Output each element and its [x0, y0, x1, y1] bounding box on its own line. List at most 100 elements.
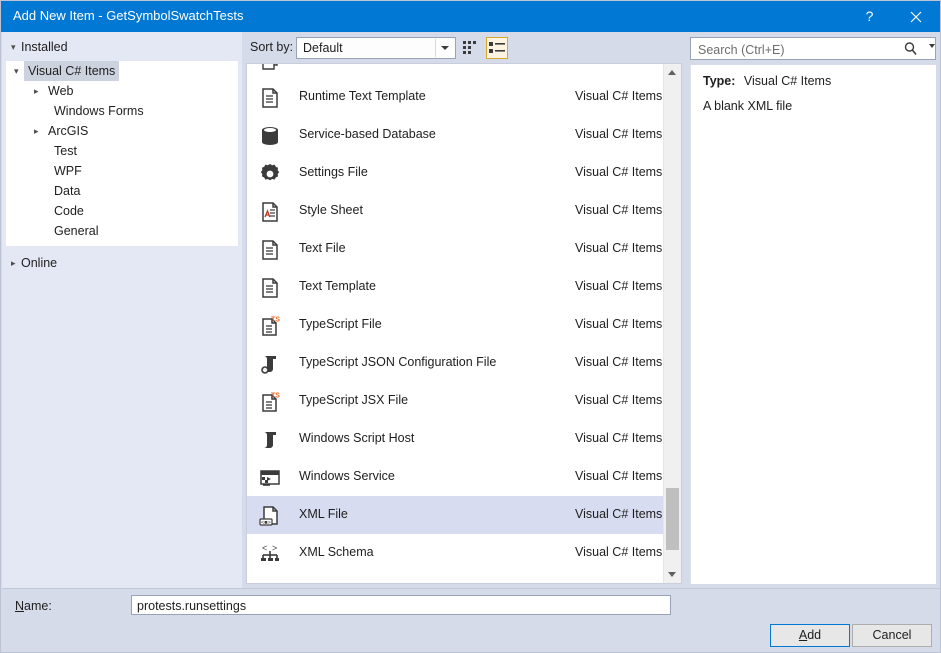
list-item-name: Resources File: [299, 63, 382, 65]
help-button[interactable]: ?: [847, 1, 892, 32]
list-item-name: TypeScript JSX File: [299, 393, 408, 407]
list-vertical-scrollbar[interactable]: [663, 64, 681, 583]
online-label: Online: [21, 256, 57, 270]
name-label-rest: ame:: [24, 599, 52, 613]
list-item-name: Runtime Text Template: [299, 89, 426, 103]
chevron-down-icon: ▾: [14, 61, 24, 81]
search-icon[interactable]: [903, 41, 931, 57]
tree-item-wpf[interactable]: WPF: [6, 161, 238, 181]
tree-item-data[interactable]: Data: [6, 181, 238, 201]
list-item-name: TypeScript File: [299, 317, 382, 331]
svg-text:<: <: [262, 543, 267, 553]
scroll-up-arrow-icon[interactable]: [664, 64, 681, 81]
list-item-name: TypeScript JSON Configuration File: [299, 355, 496, 369]
list-item-xml-file[interactable]: <■> XML File Visual C# Items: [247, 496, 665, 534]
database-icon: [259, 125, 281, 147]
template-categories-pane: ▾Installed ▾Visual C# Items ▸Web Windows…: [2, 32, 242, 588]
script-json-icon: [259, 353, 281, 375]
template-list[interactable]: Resources File Visual C# Items Runti: [246, 63, 682, 584]
list-item[interactable]: TS TypeScript File Visual C# Items: [247, 306, 665, 344]
text-file-icon: [259, 239, 281, 261]
list-item[interactable]: Style Sheet Visual C# Items: [247, 192, 665, 230]
list-item[interactable]: Text Template Visual C# Items: [247, 268, 665, 306]
sort-toolbar: Sort by: Default: [242, 32, 686, 63]
tree-item-general[interactable]: General: [6, 221, 238, 241]
style-sheet-icon: [259, 201, 281, 223]
category-tree: ▾Visual C# Items ▸Web Windows Forms ▸Arc…: [6, 61, 238, 246]
template-list-inner: Resources File Visual C# Items Runti: [247, 63, 665, 572]
scroll-down-arrow-icon[interactable]: [664, 566, 681, 583]
svg-text:TS: TS: [271, 317, 280, 324]
tree-item-web[interactable]: ▸Web: [6, 81, 238, 101]
svg-text:<■>: <■>: [261, 520, 271, 526]
list-item-name: Windows Script Host: [299, 431, 414, 445]
list-item[interactable]: Windows Service Visual C# Items: [247, 458, 665, 496]
chevron-down-icon: [435, 39, 454, 57]
detail-type-label: Type:: [703, 74, 735, 88]
list-item[interactable]: Resources File Visual C# Items: [247, 63, 665, 78]
cancel-button[interactable]: Cancel: [852, 624, 932, 647]
tree-item-label: Web: [44, 81, 77, 101]
close-button[interactable]: [893, 1, 938, 32]
tree-item-windows-forms[interactable]: Windows Forms: [6, 101, 238, 121]
tree-item-visual-csharp-items[interactable]: ▾Visual C# Items: [6, 61, 238, 81]
online-header[interactable]: ▸Online: [2, 253, 242, 273]
list-item-category: Visual C# Items: [575, 127, 662, 141]
text-file-icon: [259, 277, 281, 299]
tree-item-test[interactable]: Test: [6, 141, 238, 161]
list-item[interactable]: Text File Visual C# Items: [247, 230, 665, 268]
svg-text:TS: TS: [271, 393, 280, 400]
name-label: Name:: [15, 599, 52, 613]
list-item-name: Style Sheet: [299, 203, 363, 217]
installed-header[interactable]: ▾Installed: [2, 37, 242, 57]
search-box[interactable]: [690, 37, 936, 60]
tree-item-label: WPF: [50, 161, 86, 181]
list-item[interactable]: Runtime Text Template Visual C# Items: [247, 78, 665, 116]
list-item-category: Visual C# Items: [575, 89, 662, 103]
tree-item-code[interactable]: Code: [6, 201, 238, 221]
question-mark-icon: ?: [866, 8, 874, 24]
windows-service-icon: [259, 467, 281, 489]
tree-item-label: General: [50, 221, 102, 241]
list-item-name: XML Schema: [299, 545, 374, 559]
chevron-down-icon[interactable]: [929, 44, 935, 48]
list-item[interactable]: < > XML Schema Visual C# Items: [247, 534, 665, 572]
script-icon: [259, 429, 281, 451]
list-item[interactable]: Windows Script Host Visual C# Items: [247, 420, 665, 458]
window-title: Add New Item - GetSymbolSwatchTests: [13, 8, 243, 23]
tree-item-arcgis[interactable]: ▸ArcGIS: [6, 121, 238, 141]
list-item[interactable]: Service-based Database Visual C# Items: [247, 116, 665, 154]
medium-icons-view-button[interactable]: [460, 37, 482, 59]
footer-divider: [2, 588, 941, 589]
list-item-category: Visual C# Items: [575, 279, 662, 293]
list-view-button[interactable]: [486, 37, 508, 59]
list-item[interactable]: TS TypeScript JSX File Visual C# Items: [247, 382, 665, 420]
svg-text:>: >: [272, 543, 277, 553]
name-field[interactable]: [131, 595, 671, 615]
grid-view-icon: [460, 37, 482, 57]
list-item-category: Visual C# Items: [575, 355, 662, 369]
resources-file-icon: [259, 63, 281, 71]
search-input[interactable]: [696, 38, 890, 61]
xml-schema-icon: < >: [259, 543, 281, 565]
list-item[interactable]: TypeScript JSON Configuration File Visua…: [247, 344, 665, 382]
add-button[interactable]: Add: [770, 624, 850, 647]
list-item-category: Visual C# Items: [575, 241, 662, 255]
list-item-name: Service-based Database: [299, 127, 436, 141]
list-item-category: Visual C# Items: [575, 431, 662, 445]
chevron-right-icon: ▸: [11, 253, 21, 273]
tree-item-label: Visual C# Items: [24, 61, 119, 81]
chevron-right-icon: ▸: [34, 121, 44, 141]
sort-by-dropdown[interactable]: Default: [296, 37, 456, 59]
details-pane: Type: Visual C# Items A blank XML file: [686, 32, 940, 588]
xml-file-icon: <■>: [259, 505, 281, 527]
list-item-category: Visual C# Items: [575, 317, 662, 331]
list-item[interactable]: Settings File Visual C# Items: [247, 154, 665, 192]
sort-by-label: Sort by:: [250, 40, 293, 54]
chevron-down-icon: ▾: [11, 37, 21, 57]
tree-item-label: Data: [50, 181, 84, 201]
typescript-file-icon: TS: [259, 391, 281, 413]
scrollbar-thumb[interactable]: [666, 488, 679, 550]
name-input[interactable]: [135, 596, 667, 616]
tree-item-label: Windows Forms: [50, 101, 148, 121]
